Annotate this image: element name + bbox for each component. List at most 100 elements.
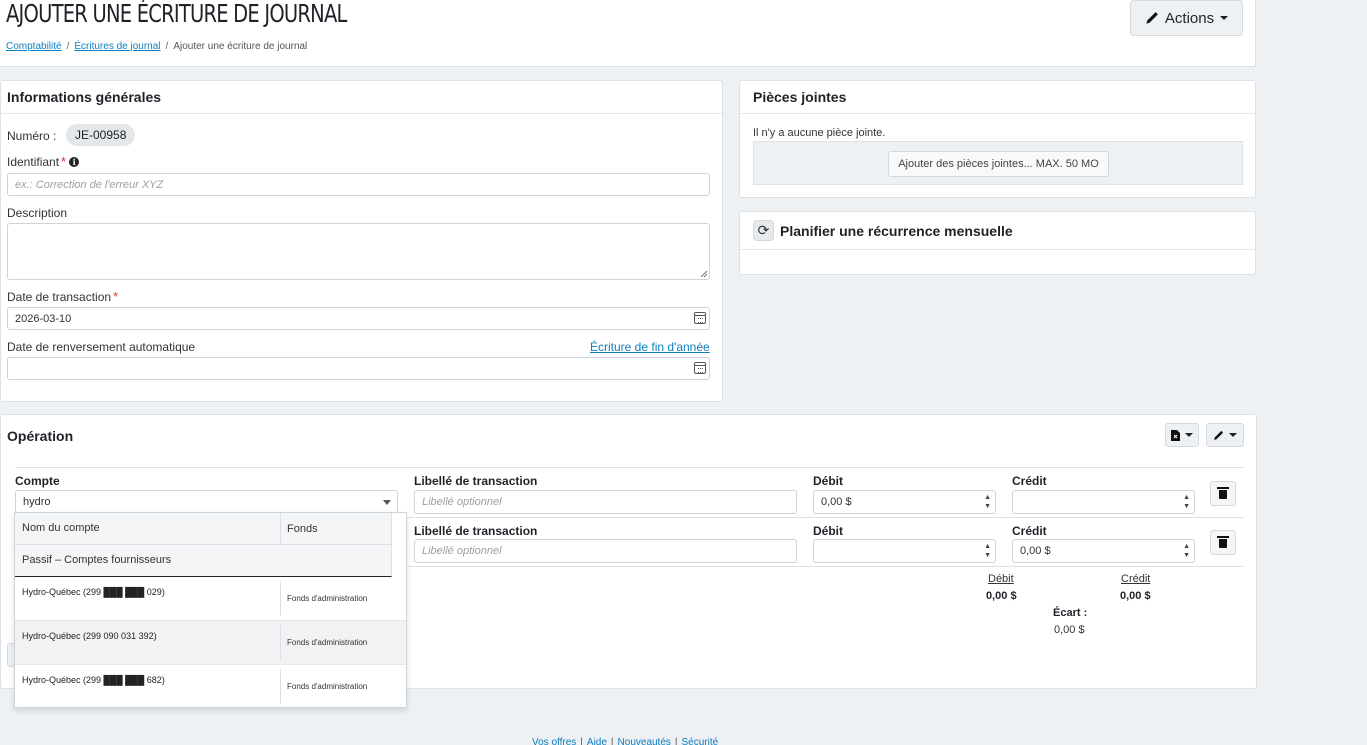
recurrence-title: Planifier une récurrence mensuelle <box>780 222 1013 239</box>
dropdown-option[interactable]: Hydro-Québec (299 090 031 392) Fonds d'a… <box>15 621 406 665</box>
number-spinner[interactable]: ▲ ▼ <box>984 493 991 511</box>
total-credit-value: 0,00 $ <box>1120 590 1151 602</box>
debit-input[interactable]: 0,00 $ ▲ ▼ <box>813 490 996 514</box>
pencil-icon <box>1146 12 1158 24</box>
breadcrumb: Comptabilité / Écritures de journal / Ajoute… <box>6 41 308 52</box>
actions-button[interactable]: Actions <box>1130 0 1243 36</box>
option-name: Hydro-Québec (299 ███ ███ 682) <box>22 675 165 685</box>
date-label-text: Date de transaction <box>7 290 112 304</box>
breadcrumb-ecritures[interactable]: Écritures de journal <box>74 41 160 52</box>
pencil-icon <box>1214 430 1224 440</box>
debit-value: 0,00 $ <box>821 496 852 508</box>
trash-icon <box>1217 487 1229 499</box>
footer-link-offers[interactable]: Vos offres <box>532 737 576 745</box>
identifiant-placeholder: ex.: Correction de l'erreur XYZ <box>15 178 164 191</box>
dropdown-group: Passif – Comptes fournisseurs <box>15 545 392 577</box>
attachments-card: Pièces jointes Il n'y a aucune pièce joi… <box>739 80 1256 198</box>
libelle-input[interactable]: Libellé optionnel <box>414 490 797 514</box>
credit-input[interactable]: ▲ ▼ <box>1012 490 1195 514</box>
compte-select[interactable]: hydro <box>15 490 398 514</box>
dropdown-col-fund: Fonds <box>280 513 318 544</box>
reversal-date-input[interactable] <box>7 357 710 380</box>
compte-header: Compte <box>15 474 60 488</box>
identifiant-input[interactable]: ex.: Correction de l'erreur XYZ <box>7 173 710 196</box>
identifiant-label-text: Identifiant <box>7 155 60 169</box>
row-separator <box>15 467 1244 468</box>
footer-link-news[interactable]: Nouveautés <box>618 737 671 745</box>
chevron-down-icon <box>1185 433 1193 437</box>
resize-handle-icon[interactable] <box>700 270 708 278</box>
credit-header: Crédit <box>1012 474 1047 488</box>
attachments-empty-text: Il n'y a aucune pièce jointe. <box>753 127 886 139</box>
number-spinner[interactable]: ▲ ▼ <box>1183 493 1190 511</box>
numero-label: Numéro : <box>7 129 57 143</box>
operation-title: Opération <box>7 428 74 444</box>
breadcrumb-comptabilite[interactable]: Comptabilité <box>6 41 62 52</box>
numero-badge: JE-00958 <box>66 124 136 146</box>
libelle-header: Libellé de transaction <box>414 524 538 538</box>
edit-menu-button[interactable] <box>1206 423 1244 447</box>
debit-header: Débit <box>813 474 843 488</box>
option-fund: Fonds d'administration <box>280 581 367 616</box>
option-name: Hydro-Québec (299 ███ ███ 029) <box>22 587 165 597</box>
account-dropdown: Nom du compte Fonds Passif – Comptes fou… <box>14 512 407 708</box>
dropdown-group-label: Passif – Comptes fournisseurs <box>22 554 172 566</box>
debit-header: Débit <box>813 524 843 538</box>
chevron-down-icon <box>1220 16 1229 20</box>
date-transaction-input[interactable]: 2026-03-10 <box>7 307 710 330</box>
number-spinner[interactable]: ▲ ▼ <box>984 542 991 560</box>
calendar-icon[interactable] <box>694 362 706 374</box>
calendar-icon[interactable] <box>694 312 706 324</box>
description-label: Description <box>7 206 68 220</box>
debit-input[interactable]: ▲ ▼ <box>813 539 996 563</box>
trash-icon <box>1217 536 1229 548</box>
dropdown-option[interactable]: Hydro-Québec (299 ███ ███ 029) Fonds d'a… <box>15 577 406 621</box>
delete-row-button[interactable] <box>1210 530 1236 555</box>
recurrence-card: ⟳ Planifier une récurrence mensuelle <box>739 211 1256 275</box>
dropdown-col-name: Nom du compte <box>22 522 100 534</box>
compte-value: hydro <box>23 496 51 508</box>
chevron-down-icon <box>1229 433 1237 437</box>
breadcrumb-current: Ajouter une écriture de journal <box>173 41 308 52</box>
dropdown-header: Nom du compte Fonds <box>15 513 392 545</box>
option-fund: Fonds d'administration <box>280 625 367 660</box>
import-file-button[interactable] <box>1165 423 1199 447</box>
number-spinner[interactable]: ▲ ▼ <box>1183 542 1190 560</box>
actions-label: Actions <box>1164 9 1215 27</box>
total-debit-label: Débit <box>988 573 1014 585</box>
delete-row-button[interactable] <box>1210 481 1236 506</box>
attachments-dropzone[interactable]: Ajouter des pièces jointes... MAX. 50 MO <box>753 141 1243 185</box>
year-end-link[interactable]: Écriture de fin d'année <box>590 340 710 354</box>
general-info-title: Informations générales <box>1 81 722 114</box>
date-transaction-value: 2026-03-10 <box>15 312 72 325</box>
footer-link-help[interactable]: Aide <box>587 737 607 745</box>
info-icon[interactable]: i <box>69 157 80 167</box>
libelle-placeholder: Libellé optionnel <box>422 545 502 557</box>
credit-input[interactable]: 0,00 $ ▲ ▼ <box>1012 539 1195 563</box>
attachments-title: Pièces jointes <box>740 81 1255 114</box>
credit-value: 0,00 $ <box>1020 545 1051 557</box>
required-marker: * <box>61 154 67 169</box>
option-fund: Fonds d'administration <box>280 669 367 704</box>
ecart-value: 0,00 $ <box>1054 624 1085 636</box>
description-textarea[interactable] <box>7 223 710 280</box>
add-attachments-button[interactable]: Ajouter des pièces jointes... MAX. 50 MO <box>888 151 1109 177</box>
identifiant-label: Identifiant * i <box>7 154 80 169</box>
total-credit-label: Crédit <box>1121 573 1151 585</box>
total-debit-value: 0,00 $ <box>986 590 1017 602</box>
libelle-input[interactable]: Libellé optionnel <box>414 539 797 563</box>
option-name: Hydro-Québec (299 090 031 392) <box>22 631 157 641</box>
libelle-placeholder: Libellé optionnel <box>422 496 502 508</box>
refresh-icon[interactable]: ⟳ <box>753 220 774 241</box>
page-header: Ajouter une écriture de journal Comptabi… <box>0 0 1256 67</box>
reversal-label: Date de renversement automatique <box>7 340 196 354</box>
chevron-down-icon[interactable] <box>383 500 391 505</box>
dropdown-option[interactable]: Hydro-Québec (299 ███ ███ 682) Fonds d'a… <box>15 665 406 707</box>
footer-links: Vos offres | Aide | Nouveautés | Sécurité <box>532 737 718 745</box>
page-title: Ajouter une écriture de journal <box>6 0 347 28</box>
required-marker: * <box>113 289 119 304</box>
general-info-card: Informations générales Numéro : JE-00958… <box>0 80 723 402</box>
footer-link-security[interactable]: Sécurité <box>682 737 719 745</box>
ecart-label: Écart : <box>1053 607 1088 619</box>
recurrence-header: ⟳ Planifier une récurrence mensuelle <box>740 212 1255 250</box>
